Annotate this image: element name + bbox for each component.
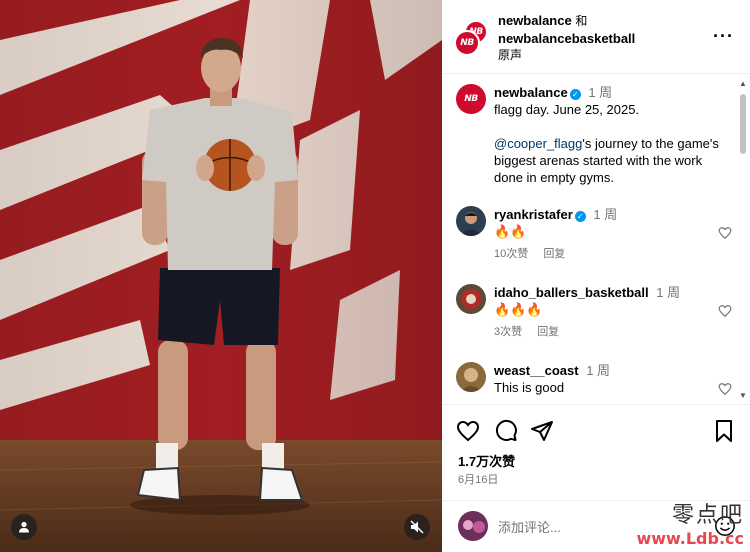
avatar-newbalance[interactable]: NB <box>454 30 480 56</box>
more-horizontal-icon[interactable]: ··· <box>713 26 734 47</box>
comment-reply-button[interactable]: 回复 <box>543 248 565 260</box>
heart-icon[interactable] <box>718 304 732 318</box>
comment-time: 1 周 <box>586 363 611 378</box>
verified-badge-icon: ✓ <box>569 89 581 100</box>
caption-username[interactable]: newbalance <box>494 85 568 100</box>
post-header: NB NB newbalance 和 newbalancebasketball … <box>442 0 750 74</box>
post-media[interactable] <box>0 0 442 552</box>
comment-username[interactable]: ryankristafer <box>494 207 573 222</box>
collab-avatars[interactable]: NB NB <box>454 20 490 56</box>
avatar-photo <box>458 511 488 541</box>
comment-text: This is good <box>494 380 565 395</box>
comment-body: ryankristafer ✓ 1 周 🔥🔥 10次赞 回复 <box>494 206 726 263</box>
comment-text: 🔥🔥🔥 <box>494 302 543 317</box>
user-icon <box>19 521 29 533</box>
header-audio[interactable]: 原声 <box>498 47 635 64</box>
post-actions: 1.7万次赞 6月16日 <box>442 404 750 500</box>
heart-icon[interactable] <box>456 419 480 443</box>
speaker-muted-icon <box>410 520 424 534</box>
heart-icon[interactable] <box>718 226 732 240</box>
header-account-primary[interactable]: newbalance <box>498 13 572 28</box>
bookmark-icon[interactable] <box>712 419 736 443</box>
likes-count[interactable]: 1.7万次赞 <box>458 451 515 470</box>
comment-username[interactable]: weast__coast <box>494 363 579 378</box>
header-account-secondary[interactable]: newbalancebasketball <box>498 30 635 47</box>
caption-line2-wrap: @cooper_flagg's journey to the game's bi… <box>494 135 726 186</box>
verified-badge-icon: ✓ <box>574 211 586 222</box>
comments-list[interactable]: NB newbalance ✓ 1 周 flagg day. June 25, 2… <box>442 74 750 404</box>
watermark-url: www.Ldb.cc <box>636 529 744 548</box>
header-accounts: newbalance 和 newbalancebasketball 原声 <box>498 12 635 64</box>
comment-reply-button[interactable]: 回复 <box>537 326 559 338</box>
avatar-photo <box>456 284 486 314</box>
caption-time: 1 周 <box>588 85 613 100</box>
caption-mention[interactable]: @cooper_flagg <box>494 136 582 151</box>
share-icon[interactable] <box>530 419 554 443</box>
avatar[interactable] <box>456 362 486 392</box>
nb-logo-icon: NB <box>460 37 474 48</box>
post-date: 6月16日 <box>458 474 499 486</box>
avatar[interactable]: NB <box>456 84 486 114</box>
comment-icon[interactable] <box>494 419 518 443</box>
watermark-text: 零点吧 <box>671 503 744 528</box>
caption-body: newbalance ✓ 1 周 flagg day. June 25, 2025… <box>494 84 726 186</box>
heart-icon[interactable] <box>718 382 732 396</box>
comment-text: 🔥🔥 <box>494 224 527 239</box>
comment-likes[interactable]: 10次赞 <box>494 248 528 260</box>
avatar-photo <box>456 206 486 236</box>
scroll-down-arrow-icon[interactable]: ▼ <box>739 392 747 400</box>
scroll-thumb[interactable] <box>740 94 746 154</box>
comment-body: idaho_ballers_basketball 1 周 🔥🔥🔥 3次赞 回复 <box>494 284 726 341</box>
add-comment-input[interactable]: 添加评论... <box>498 517 561 536</box>
mute-button[interactable] <box>404 514 430 540</box>
comment-username[interactable]: idaho_ballers_basketball <box>494 285 649 300</box>
post-photo <box>0 0 442 552</box>
current-user-avatar <box>458 511 488 541</box>
comment-time: 1 周 <box>593 207 618 222</box>
comment-time: 1 周 <box>656 285 681 300</box>
comment-body: weast__coast 1 周 This is good <box>494 362 726 396</box>
comment-likes[interactable]: 3次赞 <box>494 326 522 338</box>
comments-scrollbar[interactable]: ▲ ▼ <box>739 80 747 400</box>
nb-logo-icon: NB <box>464 93 478 104</box>
scroll-up-arrow-icon[interactable]: ▲ <box>739 80 747 88</box>
avatar-photo <box>456 362 486 392</box>
avatar[interactable] <box>456 284 486 314</box>
post-side-panel: NB NB newbalance 和 newbalancebasketball … <box>442 0 750 552</box>
header-conjunction: 和 <box>575 14 588 28</box>
tagged-user-button[interactable] <box>11 514 37 540</box>
caption-line1: flagg day. June 25, 2025. <box>494 102 640 117</box>
site-watermark: 零点吧 www.Ldb.cc <box>636 497 744 548</box>
avatar[interactable] <box>456 206 486 236</box>
